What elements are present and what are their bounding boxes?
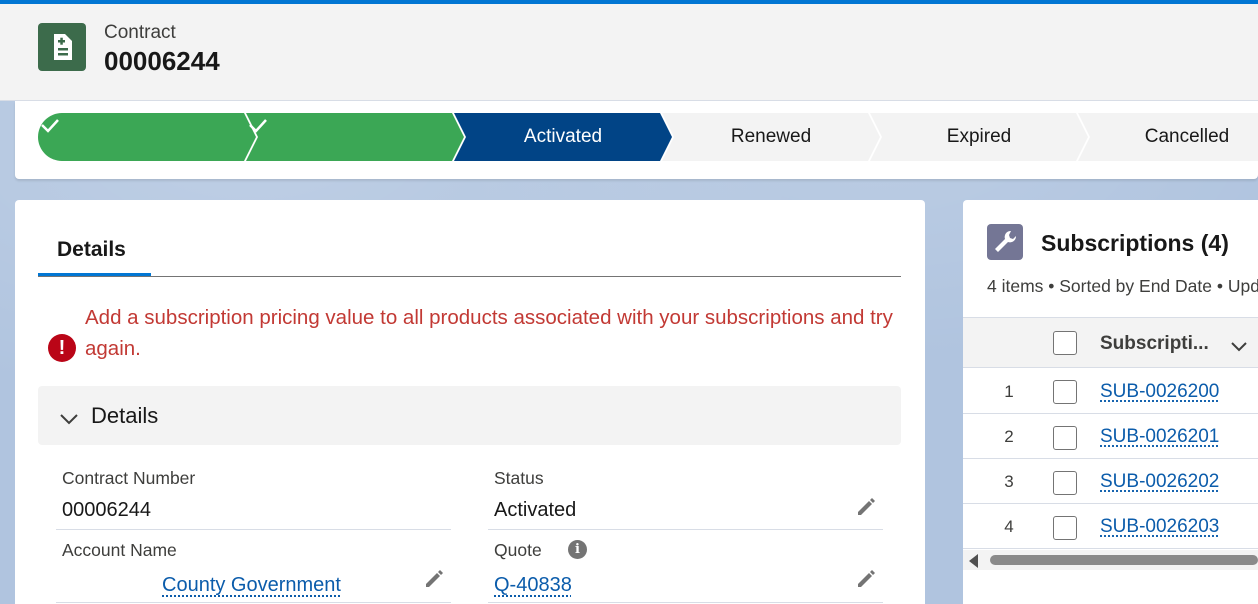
- tab-details[interactable]: Details: [38, 228, 151, 276]
- row-checkbox[interactable]: [1053, 380, 1077, 404]
- record-object-type: Contract: [104, 22, 176, 44]
- pencil-icon[interactable]: [855, 567, 877, 589]
- path-stage-label: Cancelled: [1078, 113, 1258, 161]
- column-header-subscription[interactable]: Subscripti...: [1100, 333, 1209, 355]
- row-checkbox[interactable]: [1053, 426, 1077, 450]
- account-name-label: Account Name: [62, 540, 177, 561]
- subscription-link[interactable]: SUB-0026203: [1100, 516, 1219, 538]
- row-number: 2: [999, 427, 1019, 447]
- wrench-icon: [987, 224, 1023, 260]
- row-checkbox[interactable]: [1053, 471, 1077, 495]
- info-icon[interactable]: i: [568, 540, 587, 559]
- path-stage-label: Activated: [454, 113, 672, 161]
- path-stage-2[interactable]: [246, 113, 464, 161]
- row-checkbox[interactable]: [1053, 516, 1077, 540]
- quote-link[interactable]: Q-40838: [494, 574, 572, 597]
- path-stage-1[interactable]: [38, 113, 256, 161]
- details-section-title: Details: [91, 403, 158, 429]
- row-number: 4: [999, 517, 1019, 537]
- subscription-link[interactable]: SUB-0026200: [1100, 381, 1219, 403]
- row-divider: [963, 458, 1258, 459]
- field-divider: [56, 529, 451, 530]
- path-stage-activated[interactable]: Activated: [454, 113, 672, 161]
- path-stage-cancelled[interactable]: Cancelled: [1078, 113, 1258, 161]
- path-stage-label: Renewed: [662, 113, 880, 161]
- scroll-left-arrow-icon[interactable]: [969, 554, 978, 568]
- pencil-icon[interactable]: [423, 567, 445, 589]
- tab-divider: [38, 276, 901, 277]
- error-message: Add a subscription pricing value to all …: [85, 302, 905, 364]
- row-number: 1: [999, 382, 1019, 402]
- contract-icon: [38, 23, 86, 71]
- quote-label: Quote: [494, 540, 542, 561]
- record-title: 00006244: [104, 46, 220, 77]
- contract-number-value: 00006244: [62, 499, 151, 522]
- subscriptions-meta: 4 items • Sorted by End Date • Updated: [987, 276, 1258, 297]
- subscription-link[interactable]: SUB-0026201: [1100, 426, 1219, 448]
- field-divider: [488, 529, 883, 530]
- path-stage-label: Expired: [870, 113, 1088, 161]
- chevron-down-icon[interactable]: [1229, 336, 1249, 356]
- subscription-link[interactable]: SUB-0026202: [1100, 471, 1219, 493]
- subscriptions-title[interactable]: Subscriptions (4): [1041, 230, 1229, 257]
- details-section-header[interactable]: [38, 386, 901, 445]
- contract-number-label: Contract Number: [62, 468, 195, 489]
- status-label: Status: [494, 468, 544, 489]
- select-all-checkbox[interactable]: [1053, 331, 1077, 355]
- field-divider: [488, 602, 883, 603]
- check-icon: [38, 113, 256, 161]
- row-divider: [963, 413, 1258, 414]
- error-icon: !: [48, 334, 76, 362]
- row-divider: [963, 548, 1258, 549]
- row-number: 3: [999, 472, 1019, 492]
- scrollbar-thumb[interactable]: [990, 555, 1258, 565]
- row-divider: [963, 503, 1258, 504]
- check-icon: [246, 113, 464, 161]
- pencil-icon[interactable]: [855, 495, 877, 517]
- chevron-down-icon[interactable]: [58, 408, 80, 430]
- path-stage-renewed[interactable]: Renewed: [662, 113, 880, 161]
- status-value: Activated: [494, 499, 576, 522]
- field-divider: [56, 602, 451, 603]
- account-name-link[interactable]: County Government: [162, 574, 341, 597]
- path-stage-expired[interactable]: Expired: [870, 113, 1088, 161]
